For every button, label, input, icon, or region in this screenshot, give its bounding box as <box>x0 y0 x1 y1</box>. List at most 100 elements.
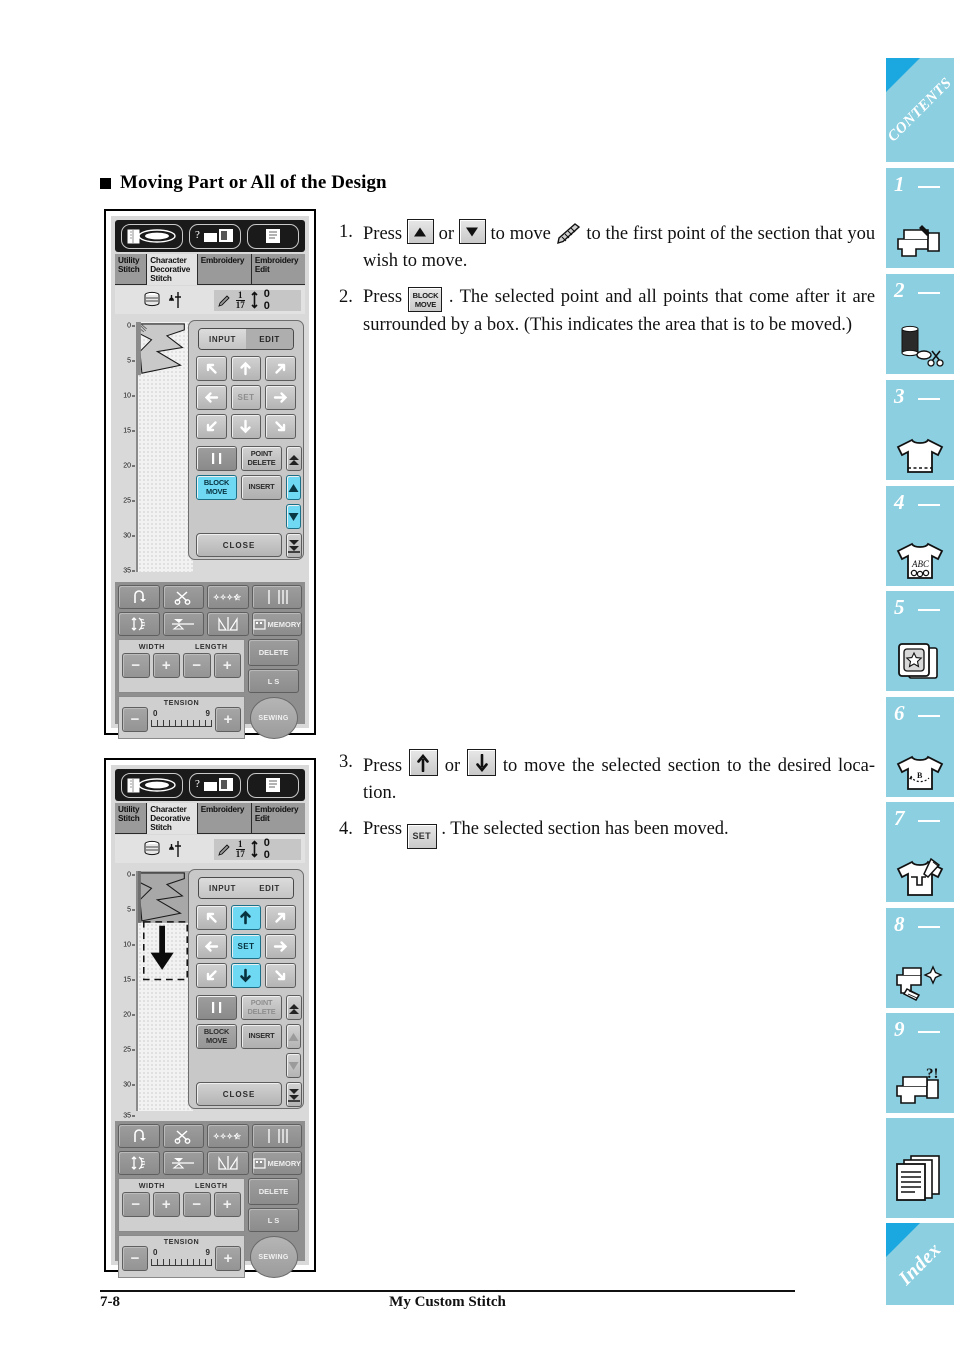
sidebar-tab-4[interactable]: 4 ABC <box>886 486 954 586</box>
stitch-length-icon[interactable] <box>118 612 160 636</box>
down-triangle-key-inline[interactable] <box>458 219 486 244</box>
mirror-horizontal-icon[interactable] <box>162 1151 204 1175</box>
ls-button-bottom[interactable]: L S <box>248 1208 299 1232</box>
block-move-key-inline[interactable]: BLOCK MOVE <box>408 286 443 312</box>
tab-character-decorative-stitch[interactable]: Character Decorative Stitch <box>147 803 198 834</box>
input-mode-segment[interactable]: INPUT <box>199 878 246 898</box>
block-move-button-bottom[interactable]: BLOCK MOVE <box>196 1024 237 1049</box>
insert-button-bottom[interactable]: INSERT <box>241 1024 282 1049</box>
sidebar-tab-8[interactable]: 8 <box>886 908 954 1008</box>
step-up-button-bottom[interactable] <box>286 1024 301 1049</box>
arrow-up-left-button[interactable] <box>196 905 227 930</box>
needle-mode-icon[interactable] <box>251 585 302 609</box>
reverse-stitch-icon[interactable] <box>118 1124 160 1148</box>
step-down-button-bottom[interactable] <box>286 1053 301 1078</box>
sidebar-tab-index[interactable]: Index <box>886 1223 954 1305</box>
arrow-down-right-button[interactable] <box>265 963 296 988</box>
arrow-up-button-bottom[interactable] <box>230 905 262 930</box>
tab-character-decorative-stitch[interactable]: Character Decorative Stitch <box>147 254 198 285</box>
stitch-canvas-top[interactable] <box>136 322 193 572</box>
step-down-button-top[interactable] <box>286 504 301 529</box>
arrow-down-button[interactable] <box>230 414 262 439</box>
edit-mode-segment[interactable]: EDIT <box>246 878 293 898</box>
arrow-right-button[interactable] <box>265 385 296 410</box>
mirror-vertical-icon[interactable] <box>207 612 249 636</box>
point-delete-button-bottom[interactable]: POINT DELETE <box>241 995 282 1020</box>
width-plus-button-top[interactable]: + <box>152 653 180 678</box>
close-button-bottom[interactable]: CLOSE <box>196 1082 282 1106</box>
point-delete-button-top[interactable]: POINT DELETE <box>241 446 282 471</box>
input-mode-segment[interactable]: INPUT <box>199 329 246 349</box>
edit-mode-segment[interactable]: EDIT <box>246 329 293 349</box>
arrow-up-right-button[interactable] <box>265 905 296 930</box>
memory-button-top[interactable]: MEMORY <box>251 612 302 636</box>
arrow-up-button[interactable] <box>230 356 262 381</box>
arrow-down-right-button[interactable] <box>265 414 296 439</box>
sidebar-tab-1[interactable]: 1 <box>886 168 954 268</box>
up-triangle-key-inline[interactable] <box>406 219 434 244</box>
pause-button-bottom[interactable] <box>196 995 237 1020</box>
manual-page-icon[interactable] <box>247 772 299 798</box>
tab-embroidery-edit[interactable]: Embroidery Edit <box>251 803 305 834</box>
insert-button-top[interactable]: INSERT <box>241 475 282 500</box>
pause-button-top[interactable] <box>196 446 237 471</box>
arrow-up-right-button[interactable] <box>265 356 296 381</box>
down-bold-arrow-key-inline[interactable] <box>467 749 497 776</box>
input-edit-toggle-top[interactable]: INPUT EDIT <box>198 328 294 350</box>
jump-to-bottom-button-top[interactable] <box>286 533 302 558</box>
set-button-bottom[interactable]: SET <box>230 934 262 959</box>
mirror-horizontal-icon[interactable] <box>162 612 204 636</box>
width-minus-button-bottom[interactable]: − <box>122 1192 150 1217</box>
sidebar-tab-3[interactable]: 3 <box>886 380 954 480</box>
memory-button-bottom[interactable]: MEMORY <box>251 1151 302 1175</box>
manual-page-icon[interactable] <box>247 223 299 249</box>
arrow-up-left-button[interactable] <box>196 356 227 381</box>
sewing-button-bottom[interactable]: SEWING <box>249 1236 298 1278</box>
input-edit-toggle-bottom[interactable]: INPUT EDIT <box>198 877 294 899</box>
thread-cutter-icon[interactable] <box>162 585 204 609</box>
reverse-stitch-icon[interactable] <box>118 585 160 609</box>
arrow-left-button[interactable] <box>196 385 227 410</box>
tab-utility-stitch[interactable]: Utility Stitch <box>115 254 148 285</box>
arrow-down-left-button[interactable] <box>196 414 227 439</box>
sidebar-tab-2[interactable]: 2 <box>886 274 954 374</box>
tab-embroidery-edit[interactable]: Embroidery Edit <box>251 254 305 285</box>
sidebar-tab-9[interactable]: 9 ?! <box>886 1013 954 1113</box>
close-button-top[interactable]: CLOSE <box>196 533 282 557</box>
block-move-button-top[interactable]: BLOCK MOVE <box>196 475 237 500</box>
width-plus-button-bottom[interactable]: + <box>152 1192 180 1217</box>
stitch-canvas-bottom[interactable] <box>136 871 193 1111</box>
tension-minus-button-bottom[interactable]: − <box>122 1246 148 1271</box>
stitch-book-icon[interactable] <box>121 223 183 249</box>
sidebar-tab-appendix[interactable] <box>886 1118 954 1218</box>
help-machine-icon[interactable]: ? <box>189 223 241 249</box>
tab-embroidery[interactable]: Embroidery <box>197 254 252 285</box>
tension-plus-button-top[interactable]: + <box>215 707 241 732</box>
delete-button-top[interactable]: DELETE <box>248 639 299 666</box>
thread-cutter-icon[interactable] <box>162 1124 204 1148</box>
tab-embroidery[interactable]: Embroidery <box>197 803 252 834</box>
sidebar-tab-6[interactable]: 6 B <box>886 697 954 797</box>
needle-mode-icon[interactable] <box>251 1124 302 1148</box>
jump-to-bottom-button-bottom[interactable] <box>286 1082 302 1107</box>
sidebar-tab-5[interactable]: 5 <box>886 591 954 691</box>
delete-button-bottom[interactable]: DELETE <box>248 1178 299 1205</box>
mirror-vertical-icon[interactable] <box>207 1151 249 1175</box>
length-plus-button-top[interactable]: + <box>213 653 241 678</box>
sewing-button-top[interactable]: SEWING <box>249 697 298 739</box>
set-button-top[interactable]: SET <box>230 385 262 410</box>
length-minus-button-bottom[interactable]: − <box>183 1192 211 1217</box>
tension-minus-button-top[interactable]: − <box>122 707 148 732</box>
width-minus-button-top[interactable]: − <box>122 653 150 678</box>
jump-to-top-button-bottom[interactable] <box>286 995 302 1020</box>
step-up-button-top[interactable] <box>286 475 301 500</box>
stitch-length-icon[interactable] <box>118 1151 160 1175</box>
auto-stitch-icon[interactable]: ✧✧✧✧ ✩ <box>207 1124 249 1148</box>
stitch-book-icon[interactable] <box>121 772 183 798</box>
tab-utility-stitch[interactable]: Utility Stitch <box>115 803 148 834</box>
arrow-left-button[interactable] <box>196 934 227 959</box>
tension-plus-button-bottom[interactable]: + <box>215 1246 241 1271</box>
auto-stitch-icon[interactable]: ✧✧✧✧ ✩ <box>207 585 249 609</box>
jump-to-top-button-top[interactable] <box>286 446 302 471</box>
arrow-down-button-bottom[interactable] <box>230 963 262 988</box>
